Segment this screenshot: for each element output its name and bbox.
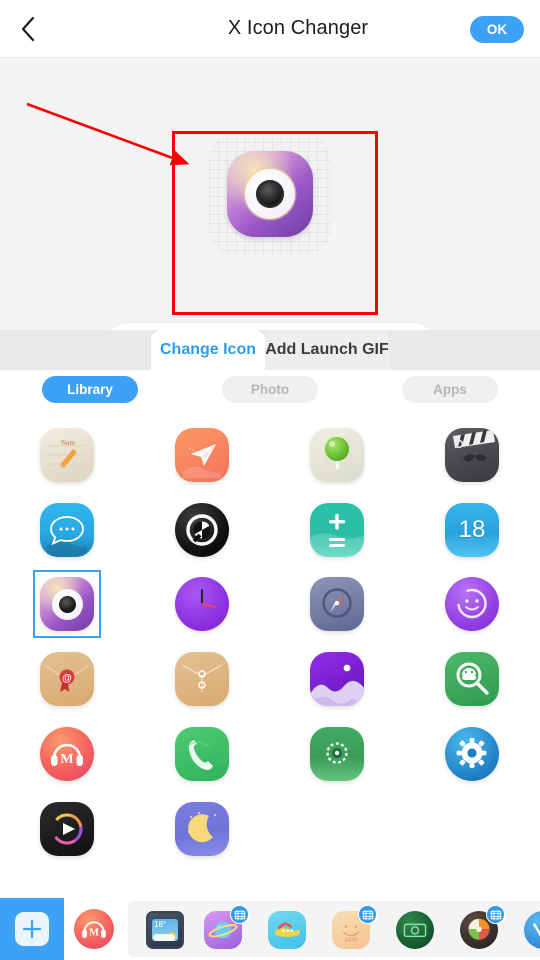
icon-cell-gallery[interactable] <box>303 645 371 713</box>
icon-cell-settings[interactable] <box>438 720 506 788</box>
back-button[interactable] <box>0 0 56 58</box>
clapperboard-icon <box>445 428 499 482</box>
weather-widget-icon: 18° <box>146 911 184 949</box>
icon-cell-music[interactable]: M <box>33 720 101 788</box>
segment-library[interactable]: Library <box>42 376 138 403</box>
dock-item-blue-app[interactable] <box>524 911 540 949</box>
music-headphones-icon: M <box>40 727 94 781</box>
icon-cell-mail-badge[interactable]: @ <box>33 645 101 713</box>
phone-icon <box>175 727 229 781</box>
icon-cell-calculator[interactable] <box>303 496 371 564</box>
chevron-left-icon <box>21 16 35 41</box>
icon-preview-panel <box>0 58 540 370</box>
icon-cell-phone[interactable] <box>168 720 236 788</box>
gif-film-icon <box>358 905 377 924</box>
notes-icon: Note <box>40 428 94 482</box>
blue-app-icon <box>524 911 540 949</box>
mail-badge-icon: @ <box>40 652 94 706</box>
tab-strip: Change Icon Add Launch GIF <box>0 330 540 370</box>
dock-item-food-bowl[interactable] <box>460 905 505 949</box>
page-title: X Icon Changer <box>227 17 369 39</box>
paper-plane-icon <box>175 428 229 482</box>
icon-cell-calendar[interactable]: 18 <box>438 496 506 564</box>
svg-text:M: M <box>60 752 73 767</box>
calendar-day-label: 18 <box>458 516 486 543</box>
compass-icon <box>310 577 364 631</box>
icon-cell-green-compass[interactable] <box>303 720 371 788</box>
smiley-face-icon <box>445 577 499 631</box>
smiley-app-label: APP <box>344 937 357 944</box>
calculator-icon <box>310 503 364 557</box>
clock-icon <box>175 577 229 631</box>
camera-lens-icon <box>175 503 229 557</box>
app-root: X Icon Changer OK QQTN Change Icon Add L… <box>0 0 540 960</box>
segment-apps[interactable]: Apps <box>402 376 498 403</box>
icon-preview-canvas[interactable] <box>209 133 331 255</box>
icon-library-grid: Note 18 @ M <box>0 418 540 895</box>
icon-cell-smiley[interactable] <box>438 570 506 638</box>
eye-icon <box>40 577 94 631</box>
eye-pupil <box>256 180 284 208</box>
icon-cell-app-search[interactable] <box>438 645 506 713</box>
icon-cell-notes[interactable]: Note <box>33 421 101 489</box>
source-segment-control: Library Photo Apps <box>0 370 540 418</box>
green-compass-icon <box>310 727 364 781</box>
gif-film-icon <box>230 905 249 924</box>
svg-text:M: M <box>89 928 99 939</box>
icon-cell-moon[interactable] <box>168 795 236 863</box>
icon-cell-share-nodes[interactable] <box>168 645 236 713</box>
icon-cell-media-play[interactable] <box>33 795 101 863</box>
app-search-icon <box>445 652 499 706</box>
dock-item-smiley-app[interactable]: APP <box>332 905 377 949</box>
media-play-icon <box>40 802 94 856</box>
gif-film-icon <box>486 905 505 924</box>
icon-cell-clock[interactable] <box>168 570 236 638</box>
message-bubble-icon <box>40 503 94 557</box>
music-headphones-icon: M <box>74 909 114 949</box>
icon-cell-lollipop[interactable] <box>303 421 371 489</box>
dock-item-planet[interactable] <box>204 905 249 949</box>
lollipop-icon <box>310 428 364 482</box>
eye-icon <box>227 151 313 237</box>
dock-app-strip[interactable]: 18° APP <box>128 901 540 957</box>
money-icon <box>396 911 434 949</box>
icon-cell-paper-plane[interactable] <box>168 421 236 489</box>
dock-music-app[interactable]: M <box>74 909 114 949</box>
tab-add-launch-gif[interactable]: Add Launch GIF <box>265 330 389 370</box>
tab-change-icon[interactable]: Change Icon <box>151 330 265 370</box>
app-header: X Icon Changer OK <box>0 0 540 58</box>
icon-cell-eye-selected[interactable] <box>33 570 101 638</box>
add-icon-button[interactable] <box>0 898 64 960</box>
dock-item-airplane[interactable] <box>268 911 306 949</box>
segment-photo[interactable]: Photo <box>222 376 318 403</box>
gallery-icon <box>310 652 364 706</box>
weather-temp-label: 18° <box>154 920 167 929</box>
plus-icon <box>15 912 49 946</box>
calendar-icon: 18 <box>445 503 499 557</box>
bottom-dock: M 18° APP <box>0 898 540 960</box>
icon-cell-clapperboard[interactable] <box>438 421 506 489</box>
svg-text:@: @ <box>62 673 72 684</box>
icon-cell-message[interactable] <box>33 496 101 564</box>
dock-item-money[interactable] <box>396 911 434 949</box>
settings-gear-icon <box>445 727 499 781</box>
svg-text:Note: Note <box>61 439 75 447</box>
airplane-icon <box>268 911 306 949</box>
dock-item-weather[interactable]: 18° <box>146 911 184 949</box>
icon-cell-compass[interactable] <box>303 570 371 638</box>
moon-icon <box>175 802 229 856</box>
share-nodes-icon <box>175 652 229 706</box>
ok-button[interactable]: OK <box>470 16 524 43</box>
icon-cell-camera-lens[interactable] <box>168 496 236 564</box>
eye-iris <box>245 169 295 219</box>
